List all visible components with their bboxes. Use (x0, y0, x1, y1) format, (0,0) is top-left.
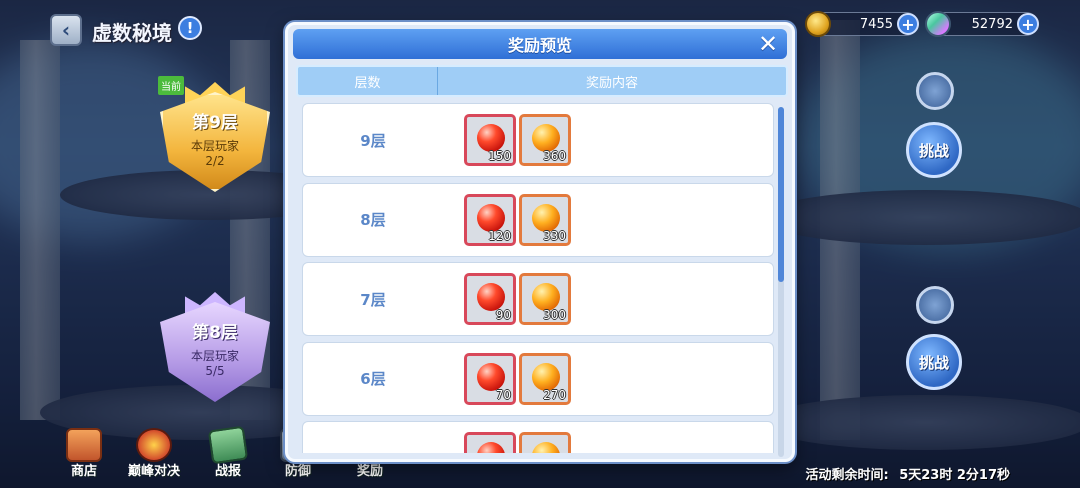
table-row: 9层 150 360 (302, 103, 774, 177)
row-level: 9层 (360, 131, 386, 150)
reward-item[interactable] (464, 432, 516, 453)
orange-orb-icon (532, 203, 560, 232)
gem-value: 52792 (971, 16, 1013, 32)
modal-title: 奖励预览 (507, 36, 572, 55)
add-coin-button[interactable]: + (897, 13, 919, 35)
red-orb-icon (477, 283, 505, 311)
floor-badge-8[interactable]: 第8层 本层玩家 5/5 (160, 292, 270, 402)
scrollbar[interactable] (778, 107, 784, 457)
floor-name: 第9层 (192, 113, 238, 133)
nav-defense-label: 防御 (284, 464, 311, 479)
table-row: 7层 90 300 (302, 262, 774, 336)
orange-orb-icon (532, 362, 560, 391)
orange-orb-icon (532, 283, 560, 311)
column-header-floor: 层数 (298, 67, 438, 95)
reward-item[interactable]: 300 (519, 273, 571, 325)
nav-reward-label: 奖励 (356, 464, 383, 479)
report-icon (207, 425, 249, 465)
nav-peak-duel-label: 巅峰对决 (127, 464, 180, 479)
table-header: 层数 奖励内容 (296, 65, 788, 97)
floor-players-label: 本层玩家 (190, 349, 239, 363)
table-row: 8层 120 330 (302, 182, 774, 257)
event-timer-label: 活动剩余时间: (805, 468, 889, 483)
reward-item[interactable] (519, 432, 571, 453)
event-timer-value: 5天23时 2分17秒 (899, 468, 1010, 483)
reward-qty: 270 (543, 387, 566, 402)
reward-qty: 120 (488, 228, 511, 243)
challenge-button-9[interactable]: 挑战 (906, 122, 962, 178)
modal-header: 奖励预览 ✕ (293, 29, 787, 59)
nav-peak-duel[interactable]: 巅峰对决 (124, 428, 184, 479)
orange-orb-icon (532, 124, 560, 152)
reward-item[interactable]: 70 (464, 352, 516, 405)
add-gem-button[interactable]: + (1017, 13, 1039, 35)
back-button[interactable]: ‹ (50, 14, 82, 46)
reward-item[interactable]: 120 (464, 193, 516, 246)
reward-list[interactable]: 9层 150 360 8层 120 330 7层 90 300 6层 70 27… (296, 103, 774, 453)
defense-shield-icon (916, 72, 954, 110)
close-icon[interactable]: ✕ (755, 30, 781, 58)
page-title: 虚数秘境 (92, 21, 172, 45)
floor-players-count: 2/2 (205, 154, 225, 168)
floor-badge-9[interactable]: 第9层 本层玩家 2/2 (160, 82, 270, 192)
orange-orb-icon (532, 442, 560, 453)
red-orb-icon (477, 362, 505, 391)
row-level (323, 422, 423, 453)
back-arrow-icon: ‹ (61, 18, 71, 42)
row-level: 7层 (360, 290, 386, 309)
reward-qty: 330 (543, 228, 566, 243)
reward-qty: 300 (543, 308, 566, 322)
floor-players-label: 本层玩家 (190, 139, 239, 153)
nav-shop-label: 商店 (70, 464, 97, 479)
coin-value: 7455 (859, 16, 893, 32)
column-header-rewards: 奖励内容 (585, 75, 638, 91)
row-level: 8层 (360, 211, 386, 229)
red-orb-icon (477, 442, 505, 453)
reward-item[interactable]: 330 (519, 193, 571, 246)
reward-item[interactable]: 270 (519, 352, 571, 405)
reward-qty: 90 (495, 308, 511, 322)
event-timer: 活动剩余时间: 5天23时 2分17秒 (805, 464, 1010, 483)
nav-report[interactable]: 战报 (198, 425, 258, 479)
table-row (302, 421, 774, 453)
gem-icon (925, 11, 951, 37)
reward-item[interactable]: 360 (519, 114, 571, 166)
duel-icon (136, 428, 172, 462)
coin-counter: 7455 + (805, 11, 919, 37)
reward-preview-modal: 奖励预览 ✕ 层数 奖励内容 9层 150 360 8层 120 330 7层 … (285, 22, 795, 462)
reward-qty: 360 (543, 149, 566, 163)
scrollbar-thumb[interactable] (778, 107, 784, 282)
current-floor-tag: 当前 (158, 76, 184, 95)
floor-name: 第8层 (192, 323, 238, 343)
nav-shop[interactable]: 商店 (54, 428, 114, 479)
challenge-button-8[interactable]: 挑战 (906, 334, 962, 390)
row-level: 6层 (360, 370, 386, 388)
reward-item[interactable]: 90 (464, 273, 516, 325)
coin-icon (805, 11, 831, 37)
floor-players-count: 5/5 (205, 364, 225, 378)
red-orb-icon (477, 124, 505, 152)
defense-shield-icon (916, 286, 954, 324)
info-icon[interactable]: ! (178, 16, 202, 40)
table-row: 6层 70 270 (302, 341, 774, 416)
reward-qty: 150 (488, 149, 511, 163)
reward-item[interactable]: 150 (464, 114, 516, 166)
red-orb-icon (477, 203, 505, 232)
gem-counter: 52792 + (925, 11, 1039, 37)
reward-qty: 70 (495, 387, 511, 402)
shop-icon (66, 428, 102, 462)
